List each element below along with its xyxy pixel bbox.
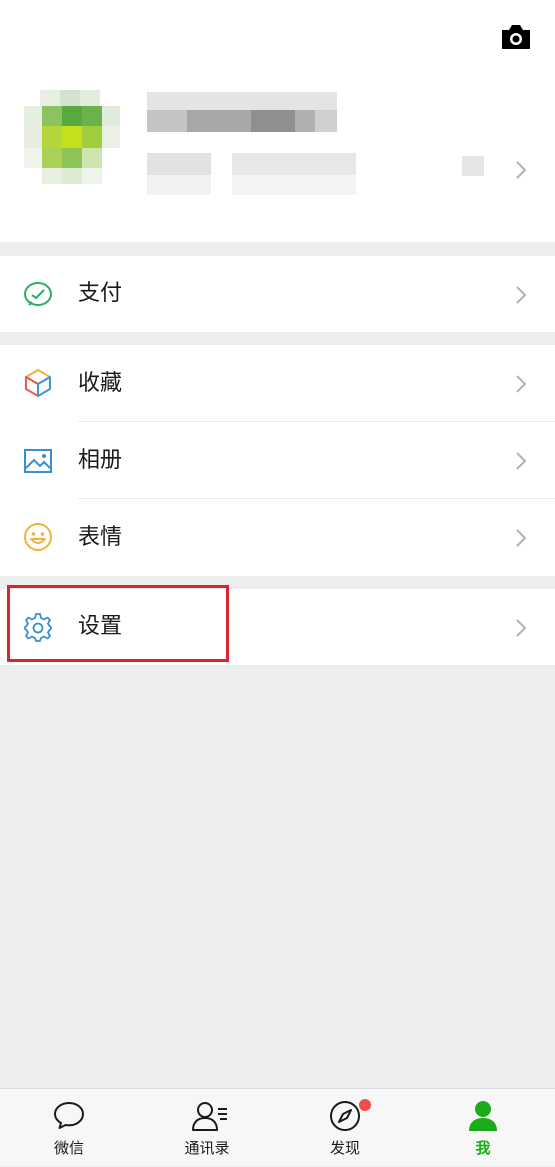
chevron-right-icon: [516, 375, 527, 393]
gear-icon: [24, 613, 52, 642]
tab-label: 我: [475, 1139, 491, 1157]
favorites-cube-icon: [25, 369, 51, 397]
person-icon: [469, 1101, 497, 1131]
chevron-right-icon: [516, 286, 527, 304]
tab-label: 通讯录: [184, 1139, 230, 1157]
avatar[interactable]: [24, 90, 126, 194]
tab-chats[interactable]: 微信: [0, 1089, 138, 1167]
collection-section: 收藏 相册 表情: [0, 345, 555, 576]
tab-label: 微信: [53, 1139, 84, 1157]
tab-contacts[interactable]: 通讯录: [138, 1089, 276, 1167]
menu-item-label: 相册: [78, 448, 123, 473]
tab-discover[interactable]: 发现: [276, 1089, 414, 1167]
notification-badge: [359, 1099, 371, 1111]
menu-item-pay[interactable]: 支付: [0, 256, 555, 332]
profile-header[interactable]: [0, 0, 555, 242]
menu-item-settings[interactable]: 设置: [0, 589, 555, 665]
bottom-tab-bar: 微信 通讯录 发现 我: [0, 1088, 555, 1166]
camera-icon[interactable]: [500, 24, 532, 50]
chevron-right-icon: [516, 161, 527, 179]
wechat-pay-icon: [24, 282, 52, 306]
album-photo-icon: [24, 449, 52, 473]
menu-item-label: 收藏: [78, 371, 123, 396]
chat-bubble-icon: [54, 1102, 84, 1129]
qr-code-icon-blurred[interactable]: [462, 156, 484, 176]
chevron-right-icon: [516, 529, 527, 547]
sticker-smile-icon: [24, 523, 52, 551]
menu-item-album[interactable]: 相册: [0, 422, 555, 499]
settings-section: 设置: [0, 589, 555, 665]
tab-me[interactable]: 我: [414, 1089, 552, 1167]
compass-icon: [330, 1101, 360, 1131]
menu-item-label: 支付: [78, 281, 123, 306]
chevron-right-icon: [516, 619, 527, 637]
menu-item-label: 表情: [78, 525, 123, 550]
menu-item-favorites[interactable]: 收藏: [0, 345, 555, 422]
contacts-icon: [192, 1102, 227, 1131]
pay-section: 支付: [0, 256, 555, 332]
chevron-right-icon: [516, 452, 527, 470]
menu-item-stickers[interactable]: 表情: [0, 499, 555, 576]
menu-item-label: 设置: [78, 614, 123, 639]
tab-label: 发现: [329, 1139, 360, 1157]
